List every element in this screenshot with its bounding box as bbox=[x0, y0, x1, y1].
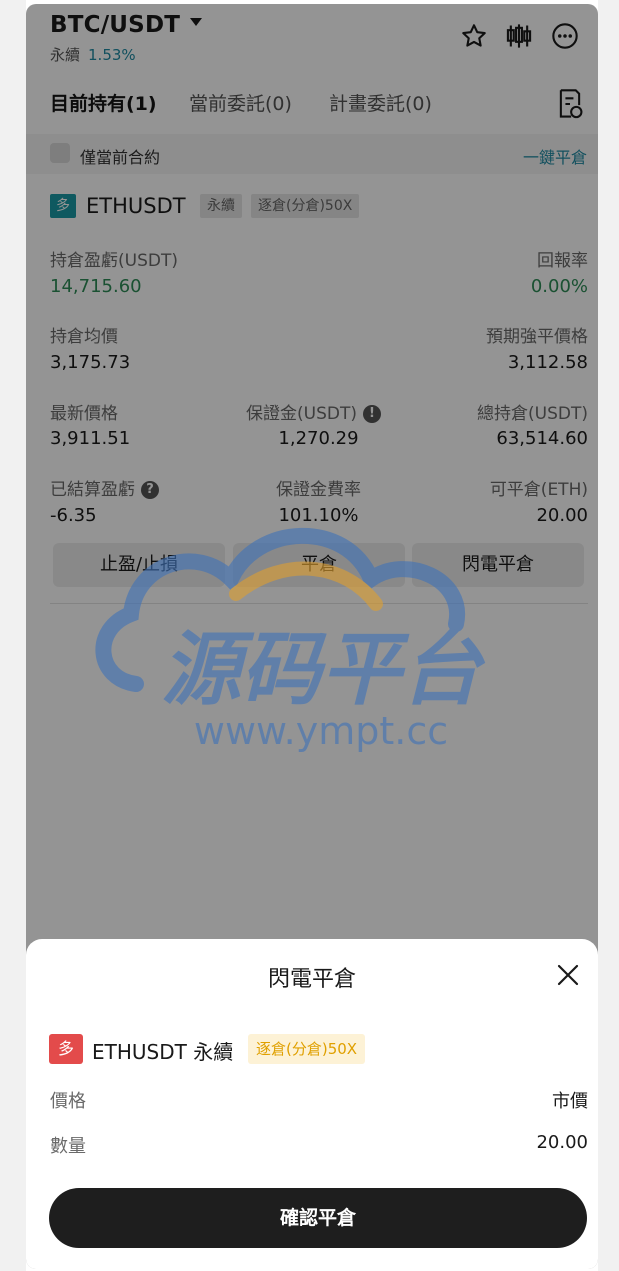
watermark-title: 源码平台 bbox=[161, 623, 486, 716]
quantity-label: 數量 bbox=[50, 1136, 86, 1157]
watermark-logo: 源码平台 www.ympt.cc bbox=[95, 527, 486, 753]
background-right bbox=[598, 0, 619, 1271]
margin-mode-tag: 逐倉(分倉)50X bbox=[248, 1034, 366, 1064]
flash-close-sheet: 閃電平倉 多 ETHUSDT 永續 逐倉(分倉)50X 價格 市價 數量 20.… bbox=[26, 939, 598, 1269]
trading-panel: BTC/USDT 永續 1.53% 目前持有(1) 當前委託(0) 計畫委託(0) bbox=[26, 4, 598, 1269]
price-value: 市價 bbox=[552, 1091, 588, 1112]
background-left bbox=[0, 0, 26, 1271]
close-icon[interactable] bbox=[556, 963, 580, 987]
confirm-close-button[interactable]: 確認平倉 bbox=[49, 1188, 587, 1248]
price-label: 價格 bbox=[50, 1091, 86, 1112]
watermark-url: www.ympt.cc bbox=[194, 709, 448, 753]
long-badge: 多 bbox=[49, 1034, 83, 1064]
sheet-title: 閃電平倉 bbox=[267, 967, 356, 992]
sheet-symbol: ETHUSDT 永續 bbox=[92, 1040, 234, 1064]
quantity-value: 20.00 bbox=[536, 1132, 588, 1153]
